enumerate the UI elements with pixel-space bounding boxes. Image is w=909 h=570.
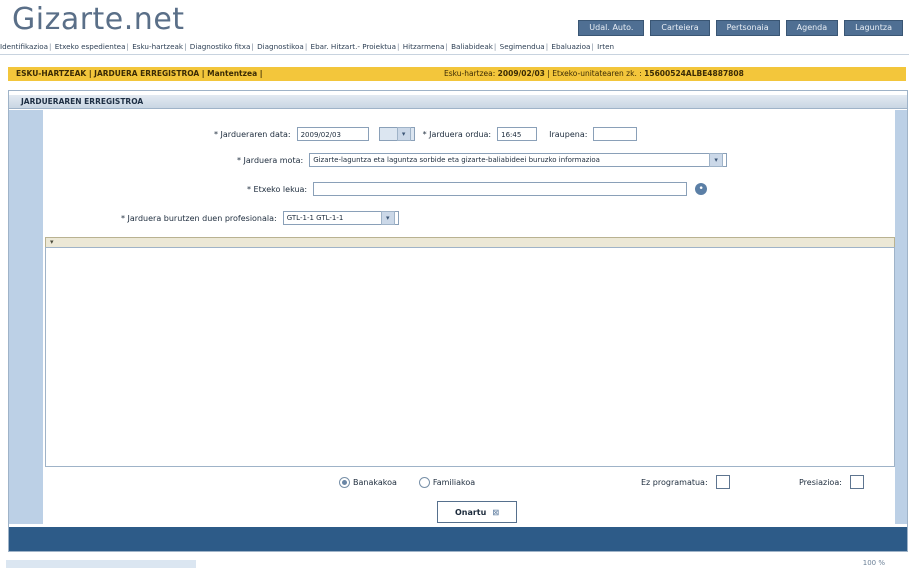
date-field[interactable]: 2009/02/03 xyxy=(296,127,369,141)
radio-dot xyxy=(418,477,430,488)
left-strip xyxy=(9,110,43,524)
module-tabs: Identifikazioa| Etxeko espedientea| Esku… xyxy=(0,40,909,55)
tab-hitzarmena[interactable]: Hitzarmena xyxy=(403,42,445,51)
section-title: JARDUERAREN ERREGISTROA xyxy=(9,95,907,109)
calendar-picker[interactable]: ▾ xyxy=(378,127,415,141)
hour-field[interactable]: 16:45 xyxy=(497,127,538,141)
tab-baliabideak[interactable]: Baliabideak xyxy=(451,42,493,51)
context-bar: ESKU-HARTZEAK | JARDUERA ERREGISTROA | M… xyxy=(8,67,906,81)
chevron-down-icon: ▾ xyxy=(709,153,724,167)
tab-identifikazioa[interactable]: Identifikazioa xyxy=(0,42,48,51)
tab-esku-hartzeak[interactable]: Esku-hartzeak xyxy=(132,42,183,51)
place-label: * Etxeko lekua: xyxy=(247,184,308,194)
chevron-down-icon: ▾ xyxy=(380,211,395,225)
radio-dot-selected xyxy=(339,477,350,488)
professional-select[interactable]: GTL-1-1 GTL-1-1 ▾ xyxy=(282,211,399,225)
context-info: Esku-hartzea: 2009/02/03 | Etxeko-unitat… xyxy=(444,69,744,78)
place-row: * Etxeko lekua: • xyxy=(247,182,708,196)
scope-radios: Banakakoa Familiakoa xyxy=(339,477,475,488)
app-logo: Gizarte.net xyxy=(12,2,185,37)
accept-button[interactable]: Onartu ⊠ xyxy=(437,501,517,523)
date-row: * Jardueraren data: 2009/02/03 ▾ * Jardu… xyxy=(214,127,638,141)
hour-label: * Jarduera ordua: xyxy=(422,129,492,139)
tab-hitzarmen-proiektua[interactable]: Ebar. Hitzart.- Proiektua xyxy=(311,42,396,51)
top-navigation: Udal. Auto. Carteiera Pertsonaia Agenda … xyxy=(578,20,903,36)
nav-carteiera[interactable]: Carteiera xyxy=(650,20,710,36)
tab-segimendua[interactable]: Segimendua xyxy=(500,42,545,51)
search-icon[interactable]: • xyxy=(695,183,708,195)
preliminary-row: Presiazioa: xyxy=(799,475,864,489)
zoom-level: 100 % xyxy=(862,559,885,567)
duration-label: Iraupena: xyxy=(549,129,588,139)
statusbar-progress xyxy=(6,560,196,568)
professional-value: GTL-1-1 GTL-1-1 xyxy=(286,214,344,222)
radio-individual[interactable]: Banakakoa xyxy=(339,477,397,488)
context-breadcrumb: ESKU-HARTZEAK | JARDUERA ERREGISTROA | M… xyxy=(16,69,263,78)
tab-diagnostikoa[interactable]: Diagnostikoa xyxy=(257,42,304,51)
not-scheduled-row: Ez programatua: xyxy=(641,475,730,489)
activity-form-panel: JARDUERAREN ERREGISTROA * Jardueraren da… xyxy=(8,90,908,552)
expand-icon[interactable]: ▾ xyxy=(50,238,54,246)
duration-field[interactable] xyxy=(593,127,638,141)
type-row: * Jarduera mota: Gizarte-laguntza eta la… xyxy=(237,153,728,167)
tab-ebaluazioa[interactable]: Ebaluazioa xyxy=(551,42,590,51)
nav-udal-auto[interactable]: Udal. Auto. xyxy=(578,20,645,36)
panel-footer xyxy=(9,527,907,551)
professional-label: * Jarduera burutzen duen profesionala: xyxy=(121,213,277,223)
not-scheduled-checkbox[interactable] xyxy=(715,475,730,489)
memo-textarea[interactable] xyxy=(45,247,895,467)
tab-etxeko-espedientea[interactable]: Etxeko espedientea xyxy=(55,42,126,51)
type-label: * Jarduera mota: xyxy=(237,155,304,165)
preliminary-checkbox[interactable] xyxy=(849,475,864,489)
tab-diagnostiko-fitxa[interactable]: Diagnostiko fitxa xyxy=(190,42,251,51)
preliminary-label: Presiazioa: xyxy=(799,477,842,487)
tab-irten[interactable]: Irten xyxy=(597,42,614,51)
nav-laguntza[interactable]: Laguntza xyxy=(844,20,903,36)
accept-label: Onartu xyxy=(454,507,487,517)
nav-agenda[interactable]: Agenda xyxy=(785,20,839,36)
place-field[interactable] xyxy=(313,182,688,196)
not-scheduled-label: Ez programatua: xyxy=(641,477,708,487)
professional-row: * Jarduera burutzen duen profesionala: G… xyxy=(121,211,399,225)
nav-pertsonaia[interactable]: Pertsonaia xyxy=(715,20,780,36)
confirm-icon: ⊠ xyxy=(492,507,500,517)
activity-type-value: Gizarte-laguntza eta laguntza sorbide et… xyxy=(313,156,600,164)
date-label: * Jardueraren data: xyxy=(214,129,291,139)
activity-type-select[interactable]: Gizarte-laguntza eta laguntza sorbide et… xyxy=(309,153,728,167)
radio-family[interactable]: Familiakoa xyxy=(418,477,475,488)
chevron-down-icon: ▾ xyxy=(396,127,411,141)
right-strip xyxy=(895,110,907,524)
